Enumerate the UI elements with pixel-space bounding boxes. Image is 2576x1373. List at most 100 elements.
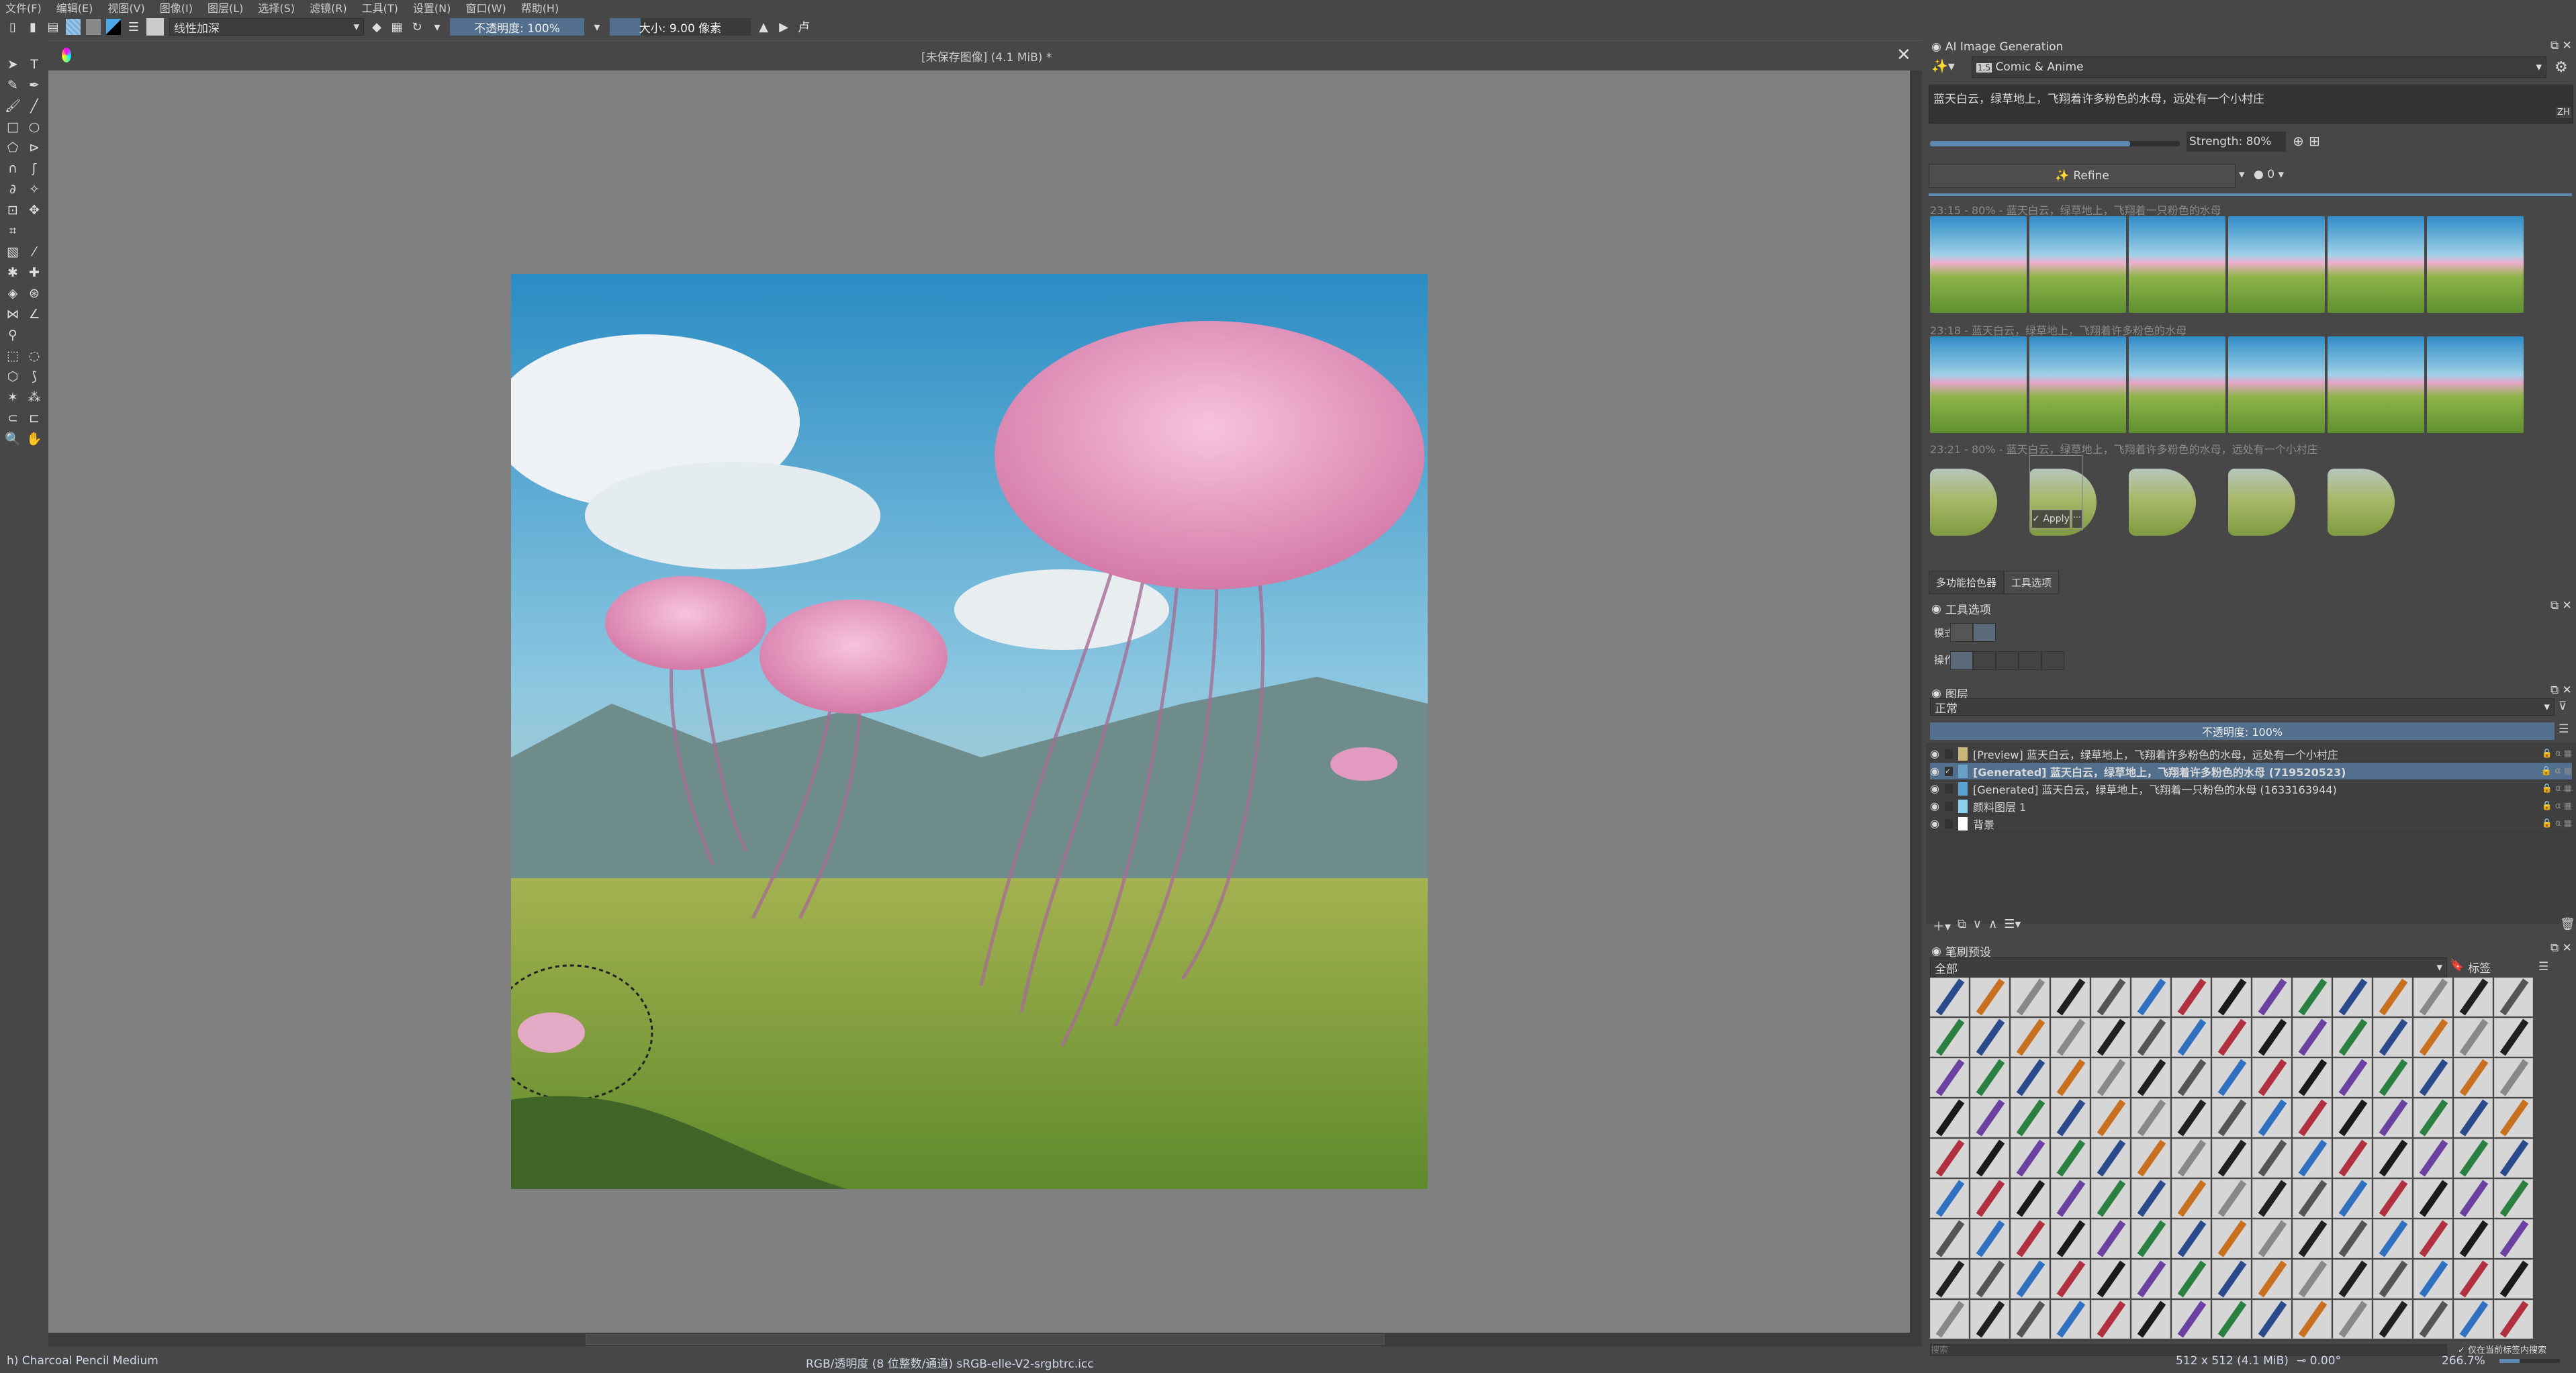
layer-row[interactable]: ◉ 背景 🔒 α ▦ xyxy=(1930,815,2572,833)
open-document-icon[interactable]: ▮ xyxy=(26,19,40,35)
layer-row[interactable]: ◉ [Generated] 蓝天白云，绿草地上，飞翔着一只粉色的水母 (16331… xyxy=(1930,780,2572,798)
brush-preset[interactable] xyxy=(2293,1260,2332,1298)
vertical-scrollbar[interactable] xyxy=(1910,70,1922,1346)
brush-preset[interactable] xyxy=(2091,1018,2130,1057)
mode-pixel-button[interactable] xyxy=(1950,623,1973,642)
brush-preset[interactable] xyxy=(2333,1300,2372,1339)
canvas-area[interactable] xyxy=(48,70,1910,1333)
mode-vector-button[interactable] xyxy=(1973,623,1996,642)
preserve-alpha-icon[interactable]: ▦ xyxy=(389,19,404,35)
scrollbar-thumb[interactable] xyxy=(586,1334,1385,1345)
model-select[interactable]: 1.5 Comic & Anime ▾ xyxy=(1972,56,2546,78)
history-thumbnail[interactable] xyxy=(2029,336,2126,433)
pan-icon[interactable]: ✋ xyxy=(24,428,44,449)
brush-preset[interactable] xyxy=(2212,1179,2251,1218)
brush-preset[interactable] xyxy=(2172,1058,2211,1097)
add-selection-button[interactable] xyxy=(1996,651,2019,670)
brush-preset[interactable] xyxy=(2131,1300,2170,1339)
lock-alpha-icons[interactable]: 🔒 α ▦ xyxy=(2541,766,2572,776)
queue-indicator[interactable]: ● 0 ▾ xyxy=(2254,168,2284,181)
float-close-icons[interactable]: ⧉ ✕ xyxy=(2550,39,2572,52)
refine-options-dropdown[interactable]: ▾ xyxy=(2239,168,2245,181)
layer-row[interactable]: ◉ 颜料图层 1 🔒 α ▦ xyxy=(1930,798,2572,815)
brush-preset[interactable] xyxy=(2091,1139,2130,1178)
brush-preset[interactable] xyxy=(2051,1098,2090,1137)
mirror-horizontal-icon[interactable]: ▲ xyxy=(756,19,771,35)
brush-preset[interactable] xyxy=(2293,1058,2332,1097)
brush-preset[interactable] xyxy=(1930,1018,1969,1057)
menu-item[interactable]: 选择(S) xyxy=(258,0,295,15)
strength-spinbox[interactable]: Strength: 80% xyxy=(2187,132,2286,152)
brush-preset[interactable] xyxy=(2373,1098,2412,1137)
brush-preset[interactable] xyxy=(2333,1260,2372,1298)
language-button[interactable]: ZH xyxy=(2556,107,2571,118)
history-thumbnail[interactable] xyxy=(2328,469,2395,536)
brush-preset[interactable] xyxy=(2333,978,2372,1016)
brush-preset[interactable] xyxy=(2252,978,2291,1016)
menu-item[interactable]: 窗口(W) xyxy=(465,0,506,15)
brush-preset[interactable] xyxy=(2413,978,2452,1016)
bezier-icon[interactable]: ∩ xyxy=(3,158,23,179)
menu-item[interactable]: 图像(I) xyxy=(160,0,193,15)
strength-slider[interactable] xyxy=(1930,141,2180,146)
line-icon[interactable]: ╱ xyxy=(24,95,44,116)
layer-checkbox[interactable] xyxy=(1944,818,1953,828)
brush-preset[interactable] xyxy=(1930,1139,1969,1178)
history-thumbnail[interactable] xyxy=(2228,336,2325,433)
polygon-select-icon[interactable]: ⬡ xyxy=(3,366,23,387)
smart-patch-icon[interactable]: ✚ xyxy=(24,262,44,283)
brush-preset[interactable] xyxy=(2131,1179,2170,1218)
float-close-icons[interactable]: ⧉ ✕ xyxy=(2550,599,2572,612)
history-thumbnail[interactable] xyxy=(2328,336,2424,433)
brush-preset[interactable] xyxy=(1970,1300,2009,1339)
view-mode-icon[interactable]: ☰ xyxy=(2538,960,2548,974)
brush-preset[interactable] xyxy=(2091,1058,2130,1097)
brush-preset[interactable] xyxy=(2373,1300,2412,1339)
brush-preset[interactable] xyxy=(2454,1018,2493,1057)
wrap-around-icon[interactable]: 卢 xyxy=(796,19,811,35)
brush-preset[interactable] xyxy=(1970,978,2009,1016)
eraser-mode-icon[interactable]: ◆ xyxy=(369,19,384,35)
ellipse-icon[interactable]: ○ xyxy=(24,116,44,137)
polyline-icon[interactable]: ⊳ xyxy=(24,137,44,158)
freehand-select-icon[interactable]: ⟆ xyxy=(24,366,44,387)
brush-preset[interactable] xyxy=(2252,1179,2291,1218)
brush-preset[interactable] xyxy=(2494,1018,2533,1057)
brush-preset[interactable] xyxy=(2011,1058,2050,1097)
brush-preset[interactable] xyxy=(2454,1139,2493,1178)
size-spinbox[interactable]: 大小: 9.00 像素 xyxy=(610,18,751,36)
brush-preset[interactable] xyxy=(1930,1058,1969,1097)
brush-preset[interactable] xyxy=(2252,1219,2291,1258)
brush-preset[interactable] xyxy=(2252,1260,2291,1298)
brush-preset[interactable] xyxy=(2172,1098,2211,1137)
layer-options-icon[interactable]: ☰ xyxy=(2559,722,2569,736)
history-thumbnail[interactable] xyxy=(2129,469,2196,536)
layer-checkbox[interactable] xyxy=(1944,784,1953,794)
brush-preset-icon[interactable] xyxy=(146,18,164,36)
lock-alpha-icons[interactable]: 🔒 α ▦ xyxy=(2542,784,2572,794)
fill-icon[interactable]: ◈ xyxy=(3,283,23,303)
brush-preset[interactable] xyxy=(2172,1260,2211,1298)
bezier-select-icon[interactable]: ⊂ xyxy=(3,408,23,428)
mirror-vertical-icon[interactable]: ▶ xyxy=(776,19,791,35)
menu-item[interactable]: 帮助(H) xyxy=(521,0,559,15)
brush-preset[interactable] xyxy=(2373,1219,2412,1258)
filter-icon[interactable]: ⊽ xyxy=(2559,700,2567,713)
transform-icon[interactable]: ⊡ xyxy=(3,199,23,220)
polygon-icon[interactable]: ⬠ xyxy=(3,137,23,158)
history-thumbnail[interactable] xyxy=(2228,469,2295,536)
menu-item[interactable]: 编辑(E) xyxy=(56,0,93,15)
brush-preset[interactable] xyxy=(2252,1018,2291,1057)
brush-preset[interactable] xyxy=(2051,978,2090,1016)
brush-preset[interactable] xyxy=(2373,1058,2412,1097)
brush-preset[interactable] xyxy=(1930,1179,1969,1218)
brush-preset[interactable] xyxy=(2212,1139,2251,1178)
rect-select-icon[interactable]: ⬚ xyxy=(3,345,23,366)
history-thumbnail[interactable] xyxy=(1930,216,2027,313)
brush-preset[interactable] xyxy=(2172,978,2211,1016)
chevron-down-icon[interactable]: ▾ xyxy=(430,19,445,35)
brush-preset[interactable] xyxy=(1930,1300,1969,1339)
brush-preset[interactable] xyxy=(2051,1300,2090,1339)
chevron-down-icon[interactable]: ▾ xyxy=(590,19,604,35)
brush-preset[interactable] xyxy=(2333,1219,2372,1258)
